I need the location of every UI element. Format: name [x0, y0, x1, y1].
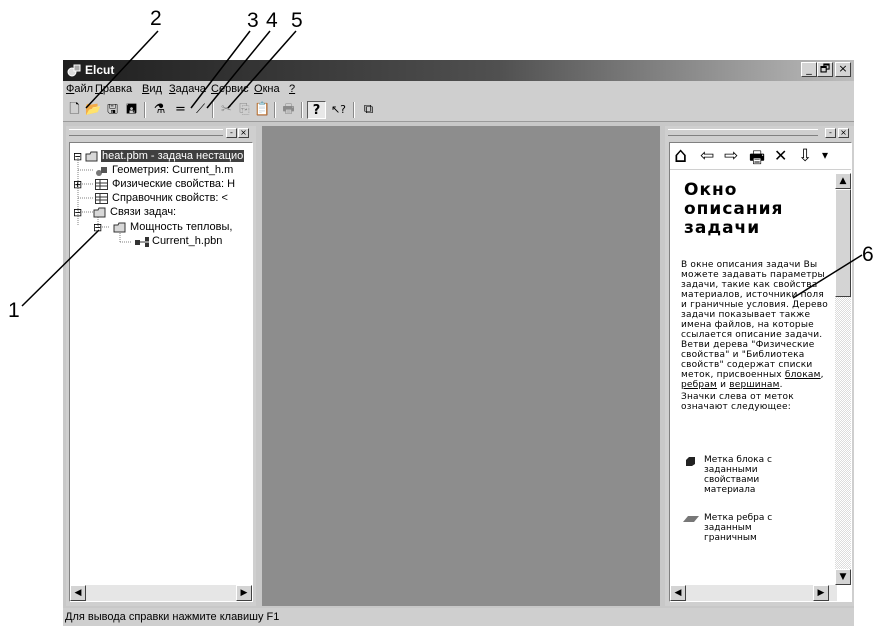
callout-leader-lines — [21, 30, 863, 307]
